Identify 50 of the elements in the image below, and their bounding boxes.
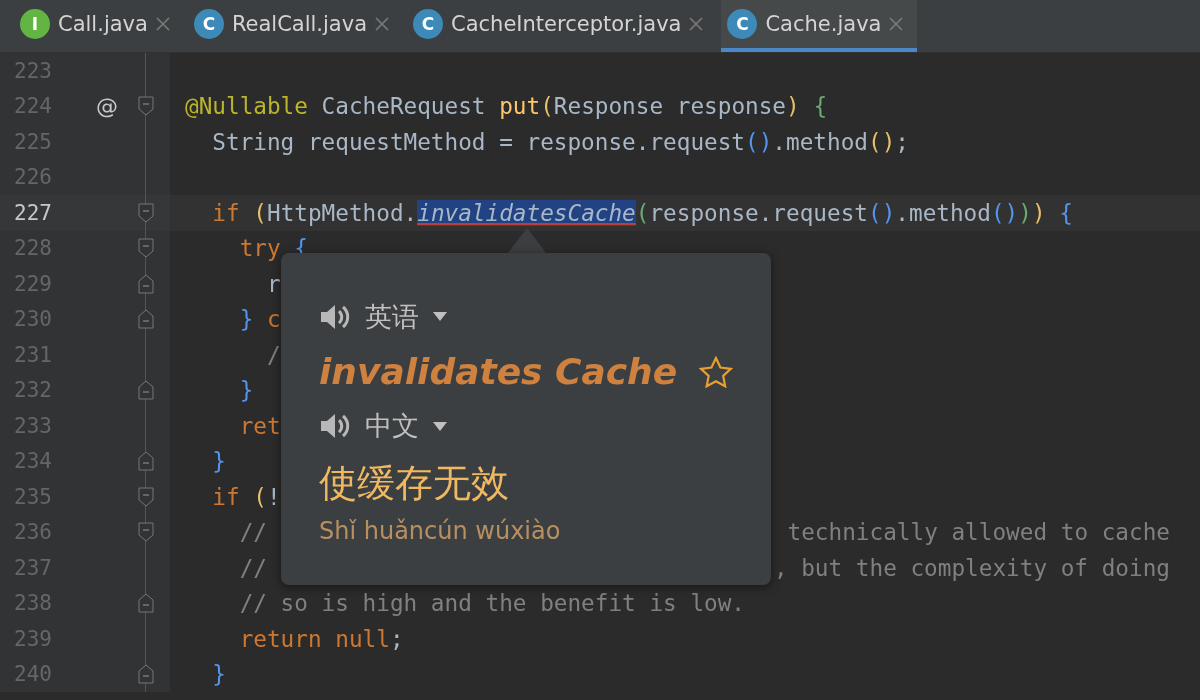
code-text: return null; — [238, 625, 404, 652]
class-icon: I — [20, 9, 50, 39]
caret-icon[interactable] — [433, 421, 447, 431]
pinyin-text: Shǐ huǎncún wúxiào — [319, 517, 562, 545]
class-icon: C — [727, 9, 758, 39]
translation-text: 使缓存无效 — [319, 460, 510, 507]
source-language[interactable]: 英语 — [365, 298, 419, 335]
caret-icon[interactable] — [433, 312, 447, 322]
class-icon: C — [193, 9, 224, 39]
code-text: // — [238, 519, 267, 546]
code-text: if (! — [211, 483, 281, 510]
file-tab[interactable]: C RealCall.java — [187, 0, 404, 52]
code-text: r — [265, 270, 281, 297]
code-text: // so is high and the benefit is low. — [238, 590, 746, 617]
fold-icon[interactable] — [138, 96, 154, 117]
close-icon[interactable] — [375, 17, 390, 31]
code-text: , but the complexity of doing — [773, 554, 1171, 581]
code-text: } — [211, 661, 226, 688]
target-language[interactable]: 中文 — [365, 408, 419, 445]
close-icon[interactable] — [155, 17, 170, 31]
star-icon[interactable] — [699, 355, 733, 388]
unfold-icon[interactable] — [138, 309, 154, 330]
code-text: // — [238, 554, 267, 581]
code-text: / — [265, 341, 281, 368]
fold-icon[interactable] — [138, 486, 154, 507]
file-tab[interactable]: I Call.java — [14, 0, 184, 52]
file-tab[interactable]: C Cache.java — [721, 0, 918, 52]
fold-icon[interactable] — [138, 238, 154, 259]
fold-icon[interactable] — [138, 522, 154, 543]
code-text: ret — [238, 412, 281, 439]
close-icon[interactable] — [689, 17, 704, 31]
code-text: technically allowed to cache — [787, 519, 1171, 546]
code-text: @Nullable CacheRequest put(Response response) { — [185, 93, 828, 120]
unfold-icon[interactable] — [138, 273, 154, 294]
code-text: } c — [238, 306, 281, 333]
code-text: } — [211, 448, 226, 475]
unfold-icon[interactable] — [138, 451, 154, 472]
class-icon: C — [413, 9, 444, 39]
code-text: String requestMethod = response.request().method(); — [211, 128, 909, 155]
unfold-icon[interactable] — [138, 380, 154, 401]
code-text: } — [238, 377, 254, 404]
code-text: if (HttpMethod.invalidatesCache(response.request().method())) { — [211, 199, 1073, 226]
line-number: 227 — [13, 200, 52, 225]
close-icon[interactable] — [889, 17, 904, 31]
unfold-icon[interactable] — [138, 593, 154, 614]
source-word: invalidates Cache — [319, 351, 678, 392]
unfold-icon[interactable] — [138, 664, 154, 685]
override-marker[interactable]: @ — [96, 93, 118, 119]
fold-icon[interactable] — [138, 202, 154, 223]
file-tab[interactable]: C CacheInterceptor.java — [407, 0, 718, 52]
